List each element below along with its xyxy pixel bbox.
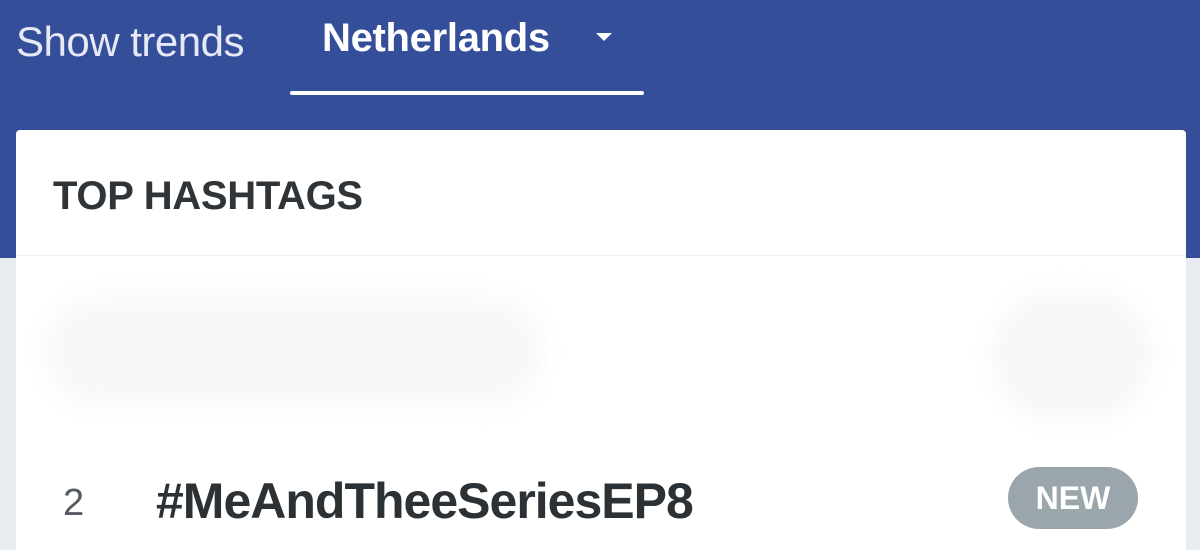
card-title: TOP HASHTAGS <box>53 174 363 218</box>
obscured-row-content <box>44 296 544 406</box>
obscured-row-badge <box>992 290 1152 420</box>
caret-down-icon <box>596 33 612 41</box>
top-hashtags-card: TOP HASHTAGS 2 #MeAndTheeSeriesEP8 NEW <box>16 130 1186 550</box>
card-header: TOP HASHTAGS <box>16 130 1186 256</box>
hashtag-row[interactable]: 2 #MeAndTheeSeriesEP8 NEW <box>16 450 1186 550</box>
hashtag-rank: 2 <box>63 482 85 524</box>
hashtag-link[interactable]: #MeAndTheeSeriesEP8 <box>156 472 694 530</box>
country-selector-label: Netherlands <box>322 16 550 60</box>
show-trends-label: Show trends <box>16 18 244 65</box>
country-selector[interactable]: Netherlands <box>290 0 644 96</box>
tab-active-indicator <box>290 91 644 95</box>
new-badge: NEW <box>1008 467 1138 529</box>
